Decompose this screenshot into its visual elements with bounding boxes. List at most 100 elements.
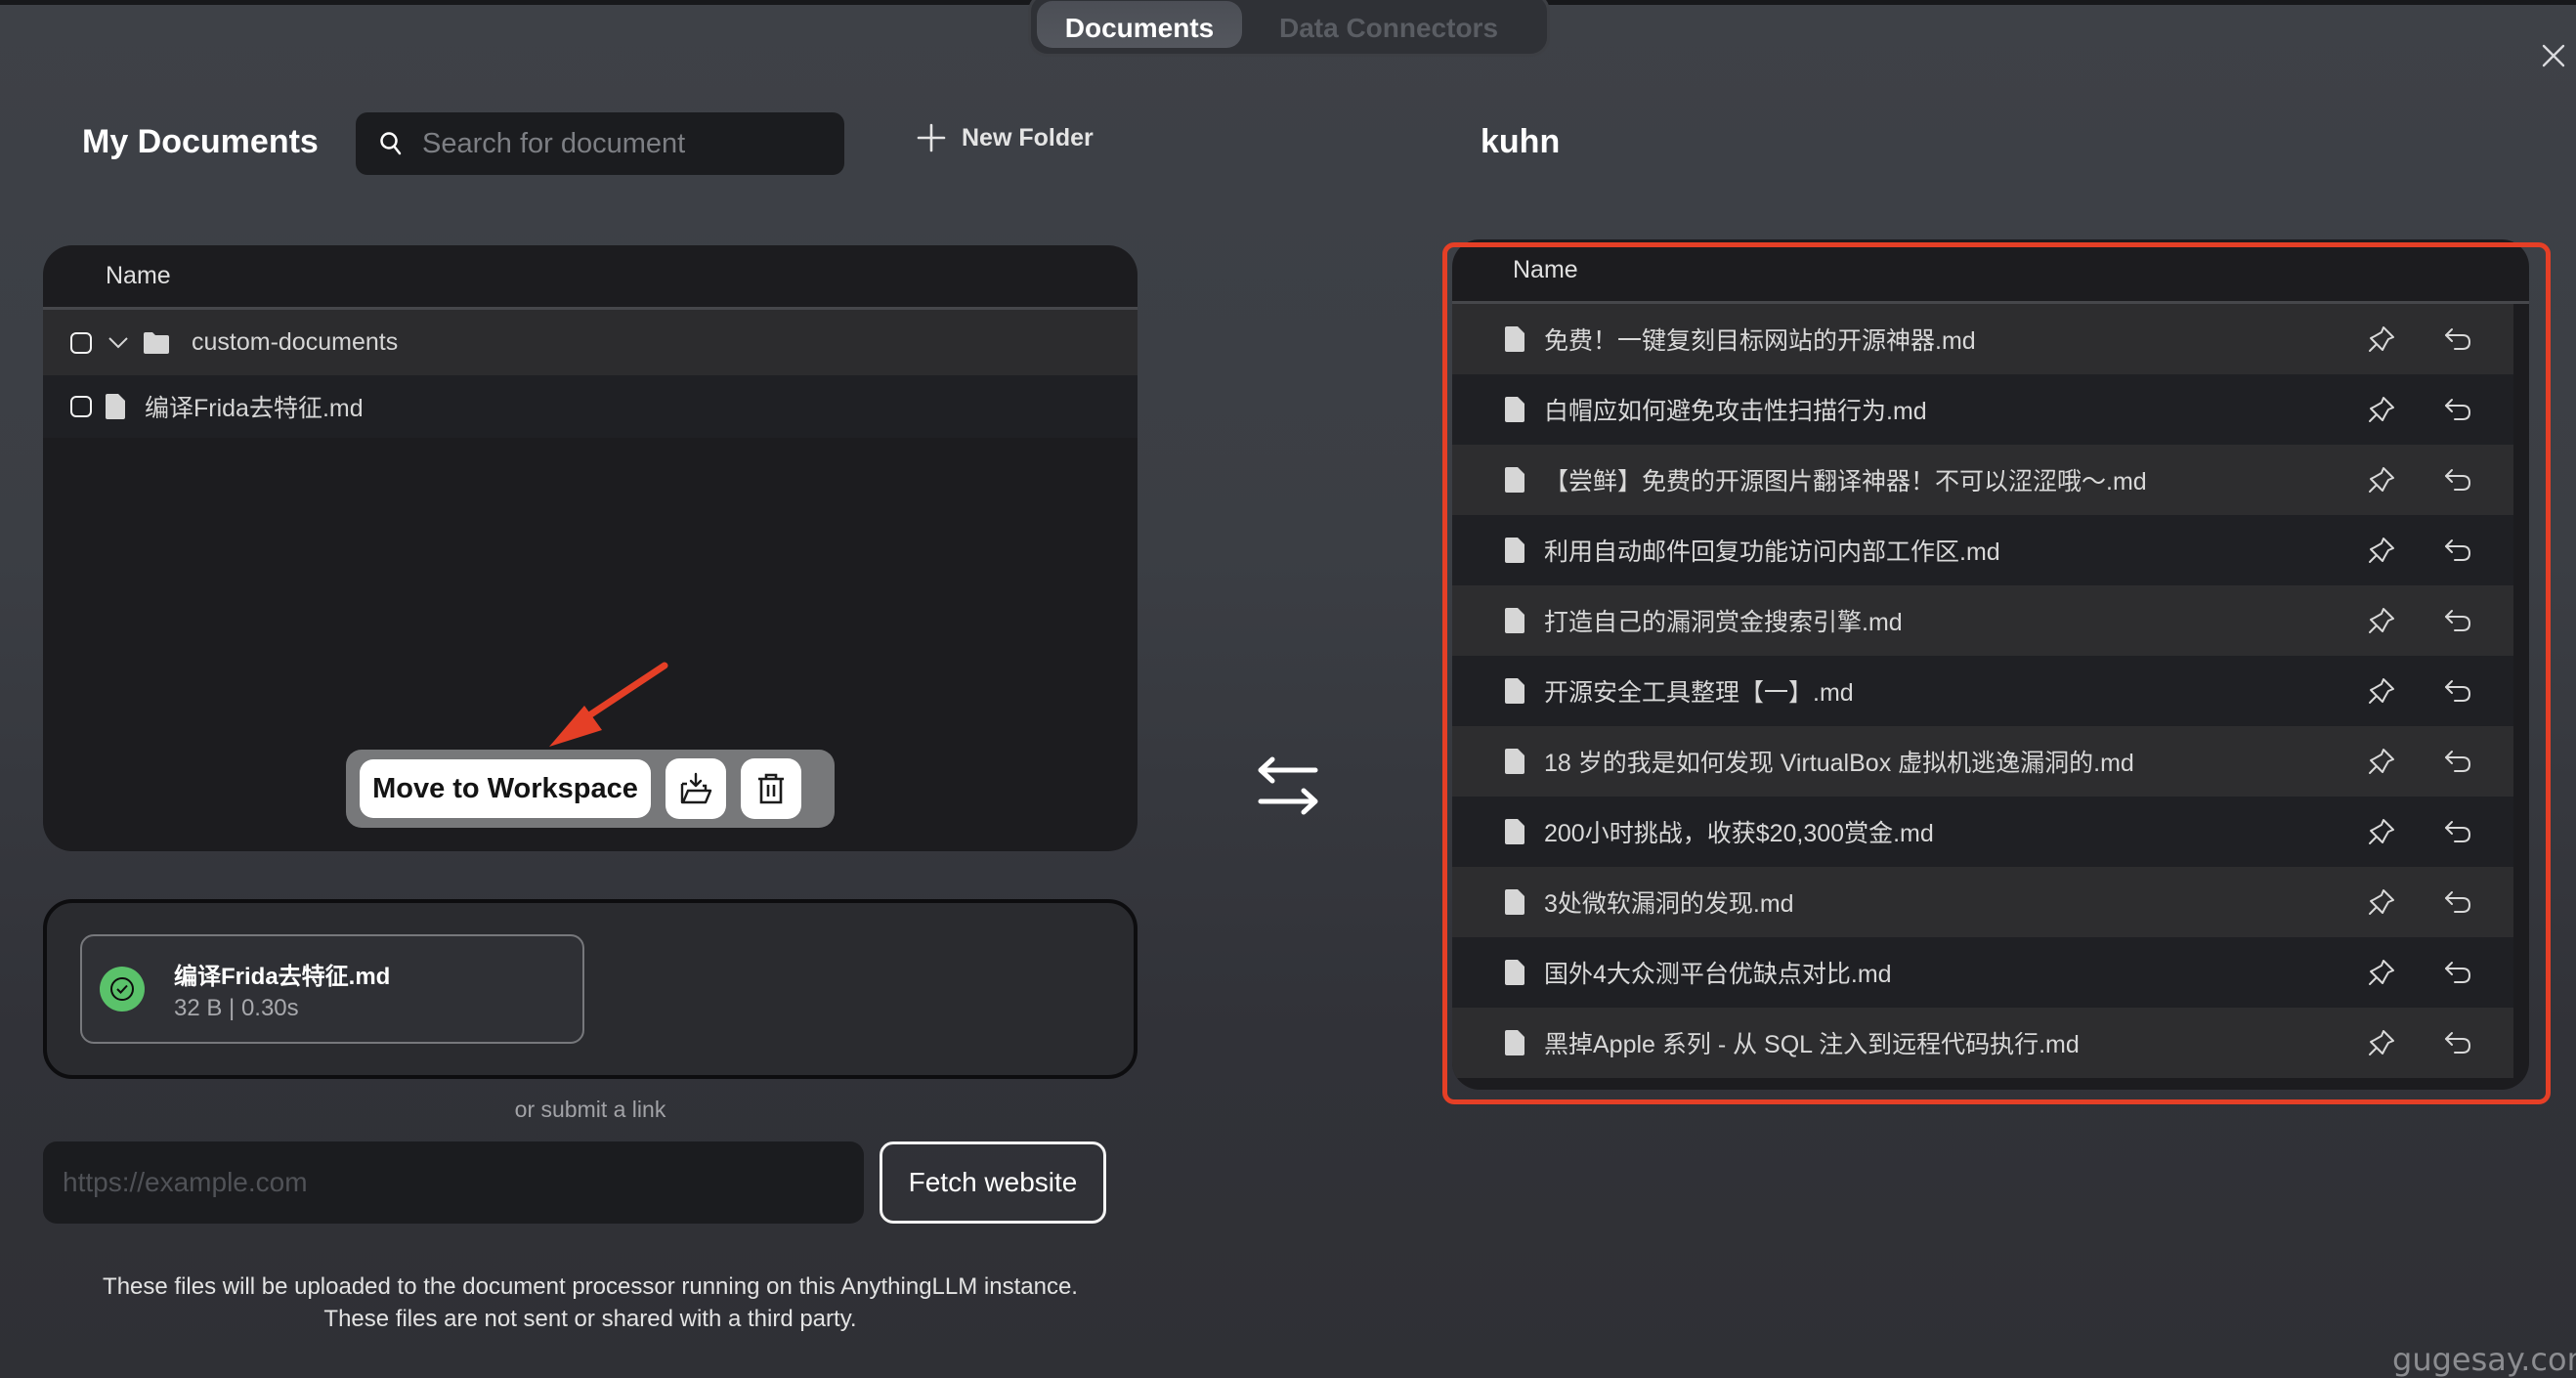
pin-icon[interactable] bbox=[2367, 1028, 2396, 1057]
tab-switcher: Documents Data Connectors bbox=[1028, 0, 1550, 57]
uploaded-file-card: 编译Frida去特征.md 32 B | 0.30s bbox=[80, 934, 584, 1044]
document-name: 开源安全工具整理【一】.md bbox=[1544, 679, 1854, 707]
file-icon bbox=[1505, 467, 1524, 493]
remove-from-workspace-icon[interactable] bbox=[2443, 819, 2472, 844]
search-box[interactable] bbox=[356, 112, 844, 175]
document-name: 【尝鲜】免费的开源图片翻译神器！不可以涩涩哦～.md bbox=[1544, 468, 2147, 495]
uploaded-file-info: 32 B | 0.30s bbox=[174, 994, 299, 1021]
annotation-arrow-icon bbox=[549, 662, 668, 747]
document-name: 3处微软漏洞的发现.md bbox=[1544, 890, 1794, 918]
url-input[interactable] bbox=[43, 1141, 864, 1224]
workspace-document-row[interactable]: 免费！一键复刻目标网站的开源神器.md bbox=[1452, 304, 2513, 374]
workspace-document-row[interactable]: 黑掉Apple 系列 - 从 SQL 注入到远程代码执行.md bbox=[1452, 1008, 2513, 1078]
uploaded-file-name: 编译Frida去特征.md bbox=[174, 963, 391, 990]
folder-download-icon bbox=[680, 772, 712, 804]
pin-icon[interactable] bbox=[2367, 395, 2396, 424]
remove-from-workspace-icon[interactable] bbox=[2443, 326, 2472, 352]
tab-data-connectors[interactable]: Data Connectors bbox=[1242, 1, 1535, 48]
file-icon bbox=[1505, 608, 1524, 633]
document-name: 打造自己的漏洞赏金搜索引擎.md bbox=[1544, 609, 1903, 636]
upload-dropzone[interactable]: 编译Frida去特征.md 32 B | 0.30s bbox=[43, 899, 1138, 1079]
remove-from-workspace-icon[interactable] bbox=[2443, 608, 2472, 633]
file-icon bbox=[1505, 960, 1524, 985]
move-to-folder-button[interactable] bbox=[665, 758, 726, 819]
document-name: 免费！一键复刻目标网站的开源神器.md bbox=[1544, 327, 1976, 355]
remove-from-workspace-icon[interactable] bbox=[2443, 889, 2472, 915]
document-name: 18 岁的我是如何发现 VirtualBox 虚拟机逃逸漏洞的.md bbox=[1544, 750, 2134, 777]
fetch-website-button[interactable]: Fetch website bbox=[880, 1141, 1106, 1224]
file-row[interactable]: 编译Frida去特征.md bbox=[43, 375, 1138, 438]
selection-action-bar: Move to Workspace bbox=[346, 750, 835, 828]
workspace-document-row[interactable]: 200小时挑战，收获$20,300赏金.md bbox=[1452, 797, 2513, 867]
file-checkbox[interactable] bbox=[70, 396, 92, 417]
document-name: 白帽应如何避免攻击性扫描行为.md bbox=[1544, 398, 1927, 425]
workspace-title: kuhn bbox=[1481, 123, 1561, 160]
pin-icon[interactable] bbox=[2367, 324, 2396, 354]
or-submit-link-label: or submit a link bbox=[514, 1097, 666, 1122]
file-icon bbox=[1505, 538, 1524, 563]
folder-icon bbox=[143, 331, 170, 355]
trash-icon bbox=[758, 773, 784, 804]
pin-icon[interactable] bbox=[2367, 817, 2396, 846]
workspace-document-list: 免费！一键复刻目标网站的开源神器.md 白帽应如何避免攻击性扫描行为.md 【尝… bbox=[1452, 304, 2529, 1078]
document-name: 利用自动邮件回复功能访问内部工作区.md bbox=[1544, 538, 2000, 566]
file-icon bbox=[1505, 326, 1524, 352]
remove-from-workspace-icon[interactable] bbox=[2443, 960, 2472, 985]
document-name: 国外4大众测平台优缺点对比.md bbox=[1544, 961, 1892, 988]
name-column-header: Name bbox=[43, 245, 1138, 310]
folder-row[interactable]: custom-documents bbox=[43, 310, 1138, 375]
swap-arrows-icon bbox=[1258, 756, 1318, 815]
folder-checkbox[interactable] bbox=[70, 331, 92, 354]
remove-from-workspace-icon[interactable] bbox=[2443, 397, 2472, 422]
upload-disclaimer: These files will be uploaded to the docu… bbox=[0, 1270, 1181, 1335]
folder-name: custom-documents bbox=[192, 328, 399, 356]
new-folder-label: New Folder bbox=[962, 123, 1094, 151]
workspace-document-row[interactable]: 利用自动邮件回复功能访问内部工作区.md bbox=[1452, 515, 2513, 585]
search-icon bbox=[380, 132, 402, 155]
file-icon bbox=[106, 394, 125, 419]
move-to-workspace-button[interactable]: Move to Workspace bbox=[360, 759, 651, 818]
remove-from-workspace-icon[interactable] bbox=[2443, 538, 2472, 563]
my-documents-title: My Documents bbox=[82, 123, 319, 160]
delete-button[interactable] bbox=[741, 758, 801, 819]
workspace-document-row[interactable]: 18 岁的我是如何发现 VirtualBox 虚拟机逃逸漏洞的.md bbox=[1452, 726, 2513, 797]
file-icon bbox=[1505, 819, 1524, 844]
pin-icon[interactable] bbox=[2367, 887, 2396, 917]
file-icon bbox=[1505, 678, 1524, 704]
chevron-down-icon[interactable] bbox=[107, 336, 129, 350]
file-name: 编译Frida去特征.md bbox=[145, 395, 364, 422]
file-icon bbox=[1505, 889, 1524, 915]
workspace-documents-panel: Name 免费！一键复刻目标网站的开源神器.md 白帽应如何避免攻击性扫描行为.… bbox=[1452, 239, 2529, 1090]
new-folder-button[interactable]: New Folder bbox=[917, 123, 1094, 152]
workspace-document-row[interactable]: 开源安全工具整理【一】.md bbox=[1452, 656, 2513, 726]
pin-icon[interactable] bbox=[2367, 747, 2396, 776]
pin-icon[interactable] bbox=[2367, 606, 2396, 635]
remove-from-workspace-icon[interactable] bbox=[2443, 467, 2472, 493]
disclaimer-line-1: These files will be uploaded to the docu… bbox=[103, 1273, 1078, 1300]
file-icon bbox=[1505, 749, 1524, 774]
workspace-document-row[interactable]: 打造自己的漏洞赏金搜索引擎.md bbox=[1452, 585, 2513, 656]
plus-icon bbox=[917, 123, 946, 152]
document-name: 200小时挑战，收获$20,300赏金.md bbox=[1544, 820, 1934, 847]
pin-icon[interactable] bbox=[2367, 465, 2396, 495]
close-button[interactable] bbox=[2539, 41, 2568, 70]
disclaimer-line-2: These files are not sent or shared with … bbox=[323, 1306, 857, 1332]
document-manager-modal: Documents Data Connectors My Documents N… bbox=[0, 0, 2576, 1378]
close-icon bbox=[2542, 44, 2565, 67]
remove-from-workspace-icon[interactable] bbox=[2443, 749, 2472, 774]
remove-from-workspace-icon[interactable] bbox=[2443, 1030, 2472, 1055]
success-check-icon bbox=[100, 967, 145, 1012]
document-name: 黑掉Apple 系列 - 从 SQL 注入到远程代码执行.md bbox=[1544, 1031, 2080, 1058]
workspace-document-row[interactable]: 白帽应如何避免攻击性扫描行为.md bbox=[1452, 374, 2513, 445]
workspace-document-row[interactable]: 国外4大众测平台优缺点对比.md bbox=[1452, 937, 2513, 1008]
pin-icon[interactable] bbox=[2367, 536, 2396, 565]
remove-from-workspace-icon[interactable] bbox=[2443, 678, 2472, 704]
tab-documents[interactable]: Documents bbox=[1037, 1, 1242, 48]
search-input[interactable] bbox=[422, 127, 813, 160]
workspace-document-row[interactable]: 【尝鲜】免费的开源图片翻译神器！不可以涩涩哦～.md bbox=[1452, 445, 2513, 515]
pin-icon[interactable] bbox=[2367, 958, 2396, 987]
workspace-document-row[interactable]: 3处微软漏洞的发现.md bbox=[1452, 867, 2513, 937]
pin-icon[interactable] bbox=[2367, 676, 2396, 706]
file-icon bbox=[1505, 397, 1524, 422]
name-column-header: Name bbox=[1452, 239, 2529, 304]
